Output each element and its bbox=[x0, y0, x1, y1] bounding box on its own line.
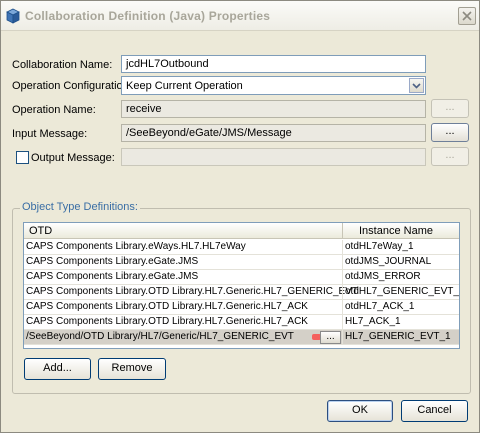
operation-name-browse-button: ... bbox=[431, 99, 469, 118]
table-header: OTD Instance Name bbox=[24, 223, 459, 239]
instance-name-cell[interactable]: otdHL7eWay_1 bbox=[345, 241, 414, 252]
cell-divider bbox=[342, 270, 343, 285]
output-message-field bbox=[121, 148, 426, 166]
column-header-otd[interactable]: OTD bbox=[29, 225, 52, 237]
operation-configuration-select[interactable]: Keep Current Operation bbox=[121, 76, 426, 95]
cube-icon bbox=[6, 8, 20, 24]
output-message-browse-button: ... bbox=[431, 147, 469, 166]
table-row[interactable]: CAPS Components Library.OTD Library.HL7.… bbox=[24, 285, 459, 300]
table-row-selected[interactable]: /SeeBeyond/OTD Library/HL7/Generic/HL7_G… bbox=[24, 330, 459, 345]
cell-divider bbox=[342, 330, 343, 345]
ok-button[interactable]: OK bbox=[327, 400, 393, 422]
otd-cell: CAPS Components Library.eWays.HL7.HL7eWa… bbox=[26, 241, 246, 252]
instance-name-cell[interactable]: HL7_ACK_1 bbox=[345, 316, 401, 327]
cell-divider bbox=[342, 315, 343, 330]
otd-cell-browse-button[interactable]: ... bbox=[320, 331, 341, 344]
instance-name-cell[interactable]: otdJMS_ERROR bbox=[345, 271, 421, 282]
input-message-browse-button[interactable]: ... bbox=[431, 123, 469, 142]
output-message-checkbox[interactable] bbox=[16, 151, 29, 164]
table-row[interactable]: CAPS Components Library.eGate.JMS otdJMS… bbox=[24, 255, 459, 270]
instance-name-cell[interactable]: otdHL7_GENERIC_EVT_1 bbox=[345, 286, 459, 297]
instance-name-cell[interactable]: otdJMS_JOURNAL bbox=[345, 256, 431, 267]
window-title: Collaboration Definition (Java) Properti… bbox=[25, 9, 271, 23]
cell-divider bbox=[342, 240, 343, 255]
properties-dialog: Collaboration Definition (Java) Properti… bbox=[0, 0, 480, 433]
close-button[interactable] bbox=[458, 7, 476, 25]
column-header-instance-name[interactable]: Instance Name bbox=[359, 225, 433, 237]
instance-name-cell[interactable]: otdHL7_ACK_1 bbox=[345, 301, 415, 312]
title-bar[interactable]: Collaboration Definition (Java) Properti… bbox=[1, 1, 479, 31]
otd-cell[interactable]: /SeeBeyond/OTD Library/HL7/Generic/HL7_G… bbox=[26, 331, 294, 342]
table-row[interactable]: CAPS Components Library.OTD Library.HL7.… bbox=[24, 300, 459, 315]
otd-cell: CAPS Components Library.eGate.JMS bbox=[26, 271, 199, 282]
operation-configuration-label: Operation Configuration: bbox=[12, 80, 132, 92]
otd-group-title: Object Type Definitions: bbox=[20, 201, 140, 213]
dropdown-button[interactable] bbox=[409, 78, 424, 93]
operation-name-field: receive bbox=[121, 100, 426, 118]
operation-configuration-value: Keep Current Operation bbox=[126, 80, 243, 92]
collaboration-name-label: Collaboration Name: bbox=[12, 59, 113, 71]
input-message-field: /SeeBeyond/eGate/JMS/Message bbox=[121, 124, 426, 142]
input-message-label: Input Message: bbox=[12, 128, 88, 140]
otd-cell: CAPS Components Library.OTD Library.HL7.… bbox=[26, 286, 358, 297]
cell-divider bbox=[342, 285, 343, 300]
otd-cell: CAPS Components Library.eGate.JMS bbox=[26, 256, 199, 267]
output-message-label: Output Message: bbox=[31, 152, 115, 164]
add-button[interactable]: Add... bbox=[24, 358, 91, 380]
close-icon bbox=[462, 11, 472, 21]
otd-table[interactable]: OTD Instance Name CAPS Components Librar… bbox=[23, 222, 460, 349]
cell-divider bbox=[342, 255, 343, 270]
table-row[interactable]: CAPS Components Library.eWays.HL7.HL7eWa… bbox=[24, 240, 459, 255]
chevron-down-icon bbox=[412, 82, 421, 89]
operation-name-label: Operation Name: bbox=[12, 104, 96, 116]
otd-cell: CAPS Components Library.OTD Library.HL7.… bbox=[26, 301, 308, 312]
cancel-button[interactable]: Cancel bbox=[401, 400, 468, 422]
collaboration-name-field[interactable]: jcdHL7Outbound bbox=[121, 55, 426, 73]
cell-divider bbox=[342, 300, 343, 315]
instance-name-cell[interactable]: HL7_GENERIC_EVT_1 bbox=[345, 331, 451, 342]
column-divider[interactable] bbox=[342, 223, 343, 239]
table-row[interactable]: CAPS Components Library.OTD Library.HL7.… bbox=[24, 315, 459, 330]
remove-button[interactable]: Remove bbox=[98, 358, 166, 380]
table-row[interactable]: CAPS Components Library.eGate.JMS otdJMS… bbox=[24, 270, 459, 285]
otd-cell: CAPS Components Library.OTD Library.HL7.… bbox=[26, 316, 308, 327]
